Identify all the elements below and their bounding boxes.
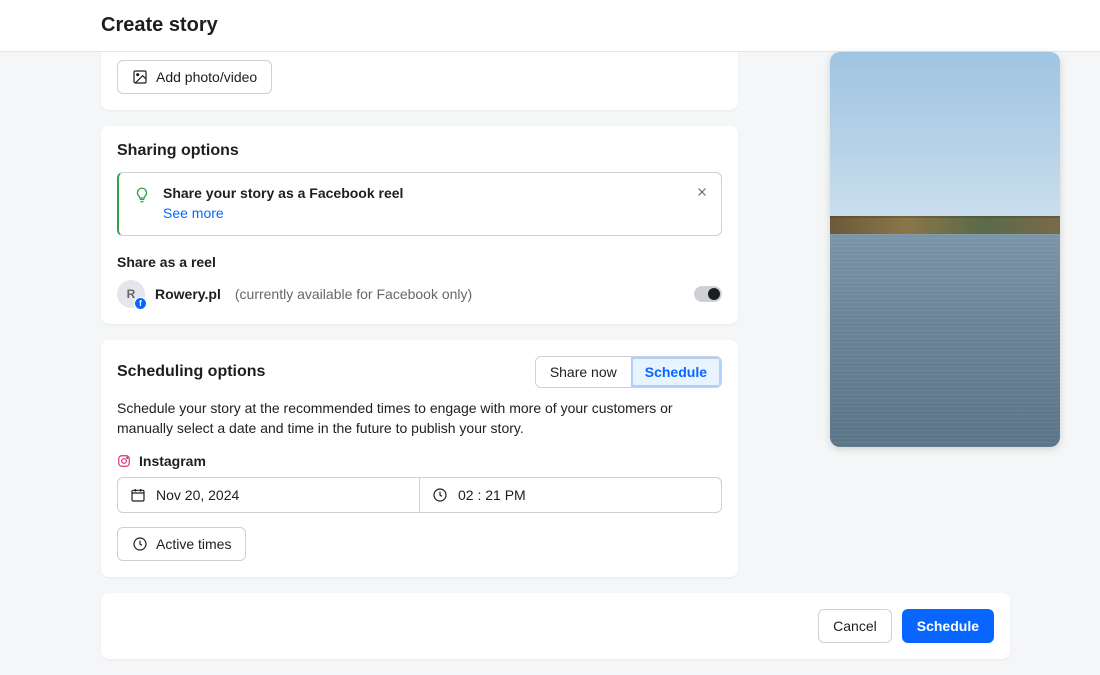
active-times-label: Active times (156, 536, 231, 552)
sharing-options-title: Sharing options (117, 142, 722, 160)
clock-icon (132, 536, 148, 552)
scheduling-segment: Share now Schedule (535, 356, 722, 388)
scheduling-card: Scheduling options Share now Schedule Sc… (101, 340, 738, 577)
sharing-options-card: Sharing options Share your story as a Fa… (101, 126, 738, 324)
schedule-tab[interactable]: Schedule (631, 357, 721, 387)
instagram-icon (117, 454, 131, 468)
clock-icon (432, 487, 448, 503)
avatar: R (117, 280, 145, 308)
time-input[interactable]: 02 : 21 PM (420, 477, 722, 513)
platform-label: Instagram (139, 453, 206, 469)
calendar-icon (130, 487, 146, 503)
scheduling-title: Scheduling options (117, 363, 265, 381)
see-more-link[interactable]: See more (163, 205, 224, 221)
facebook-badge-icon (134, 297, 147, 310)
reel-callout: Share your story as a Facebook reel See … (117, 172, 722, 236)
lightbulb-icon (133, 186, 151, 204)
image-icon (132, 69, 148, 85)
add-photo-video-button[interactable]: Add photo/video (117, 60, 272, 94)
close-icon[interactable] (695, 185, 709, 204)
share-now-tab[interactable]: Share now (536, 357, 631, 387)
add-photo-video-label: Add photo/video (156, 69, 257, 85)
reel-toggle[interactable] (694, 286, 722, 302)
scheduling-description: Schedule your story at the recommended t… (117, 398, 722, 439)
identity-row: R Rowery.pl (currently available for Fac… (117, 280, 722, 308)
share-as-reel-heading: Share as a reel (117, 254, 722, 270)
story-preview: rowery.pll (830, 52, 1060, 447)
callout-title: Share your story as a Facebook reel (163, 185, 707, 201)
date-input[interactable]: Nov 20, 2024 (117, 477, 420, 513)
page-title: Create story (101, 14, 1100, 37)
active-times-button[interactable]: Active times (117, 527, 246, 561)
media-card: Add photo/video (101, 52, 738, 110)
identity-note: (currently available for Facebook only) (235, 286, 472, 302)
date-value: Nov 20, 2024 (156, 487, 239, 503)
identity-name: Rowery.pl (155, 286, 221, 302)
